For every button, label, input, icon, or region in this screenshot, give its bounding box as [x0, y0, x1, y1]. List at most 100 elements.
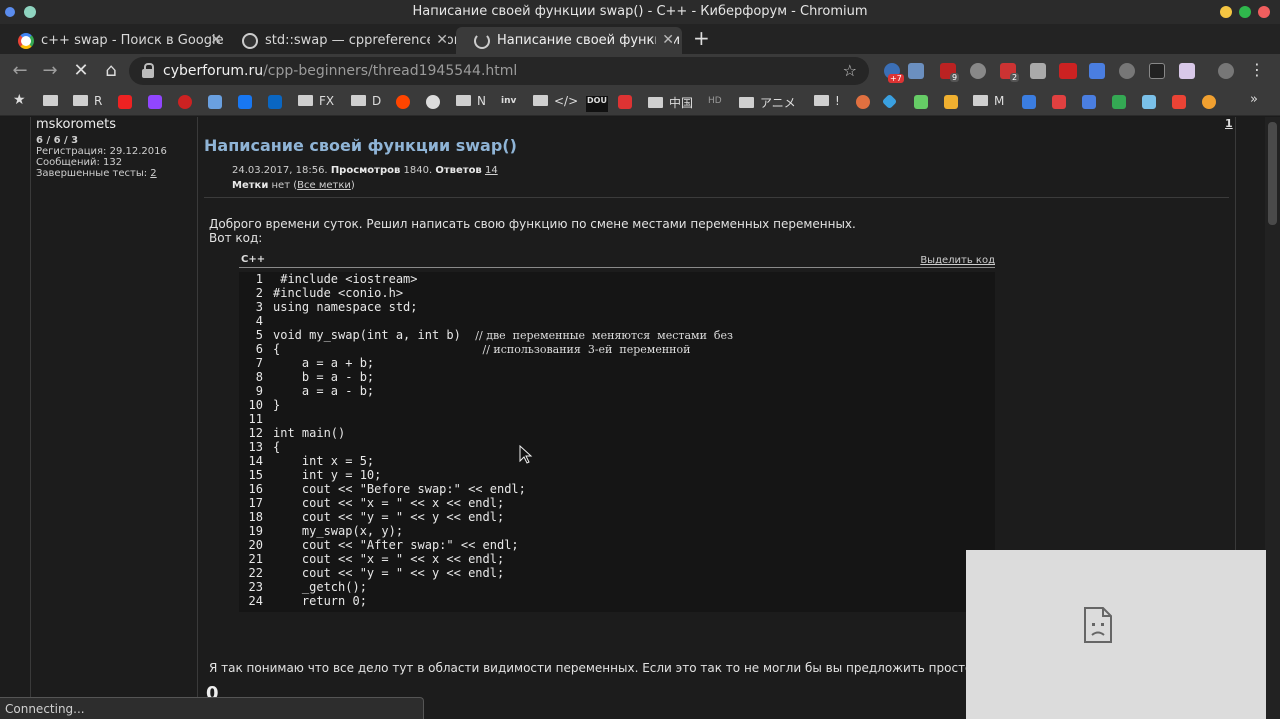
bookmark-youtube[interactable]	[118, 94, 132, 110]
home-button[interactable]: ⌂	[100, 60, 122, 81]
bookmark-folder-code[interactable]: </>	[533, 94, 578, 110]
code-text: b = a - b;	[273, 370, 375, 384]
bookmarks-bar: ★ R FX D N inv </> DOU 中国 HD アニメ ! M »	[0, 88, 1280, 116]
scrollbar-thumb[interactable]	[1268, 122, 1277, 225]
bookmark-linkedin[interactable]	[268, 94, 282, 110]
user-tests-link[interactable]: 2	[150, 168, 156, 179]
username[interactable]: mskoromets	[36, 117, 116, 132]
maps-icon	[1112, 94, 1126, 109]
extension-icon[interactable]	[1119, 63, 1135, 79]
code-line: 5 void my_swap(int a, int b) // две перем…	[239, 328, 733, 342]
folder-icon	[814, 95, 829, 106]
extension-icon[interactable]	[1149, 63, 1165, 79]
lock-icon[interactable]	[142, 63, 154, 78]
post-replies-link[interactable]: 14	[485, 165, 498, 176]
bookmark-site[interactable]	[881, 93, 898, 110]
bookmark-twitch[interactable]	[148, 94, 162, 110]
code-line: 7 a = a + b;	[239, 356, 374, 370]
bookmark-site[interactable]	[944, 94, 958, 110]
new-tab-button[interactable]: +	[693, 28, 710, 48]
bookmark-gmail[interactable]	[1172, 94, 1186, 110]
line-number: 2	[255, 286, 263, 300]
post-text: Я так понимаю что все дело тут в области…	[209, 661, 1061, 675]
minimize-button[interactable]	[1220, 6, 1232, 18]
bookmark-dou[interactable]: DOU	[586, 96, 608, 112]
post-number-link[interactable]: 1	[1225, 117, 1233, 130]
menu-kebab-icon[interactable]: ⋮	[1246, 60, 1268, 79]
bookmark-folder-anime[interactable]: アニメ	[739, 94, 796, 110]
code-text: using namespace std;	[273, 300, 418, 314]
stop-loading-button[interactable]: ✕	[70, 60, 92, 81]
page-scrollbar[interactable]	[1265, 117, 1280, 719]
bookmark-facebook[interactable]	[238, 94, 252, 110]
close-tab-icon[interactable]: ✕	[210, 32, 222, 48]
close-window-button[interactable]	[1258, 6, 1270, 18]
bookmarks-star-icon[interactable]: ★	[13, 92, 26, 108]
bookmark-site[interactable]	[1142, 94, 1156, 110]
bookmark-site[interactable]	[856, 94, 870, 110]
code-line: 14 int x = 5;	[239, 454, 375, 468]
facebook-icon	[238, 94, 252, 109]
bookmark-star-icon[interactable]: ☆	[843, 61, 857, 80]
linkedin-icon	[268, 94, 282, 109]
bookmark-maps[interactable]	[1112, 94, 1126, 110]
bookmark-folder-china[interactable]: 中国	[648, 94, 693, 110]
bookmark-site[interactable]	[914, 94, 928, 110]
bookmark-github[interactable]	[426, 94, 440, 110]
bookmark-translate[interactable]	[1082, 94, 1096, 110]
site-icon	[881, 93, 898, 110]
bookmark-site[interactable]	[208, 94, 222, 110]
bookmark-folder-m[interactable]: M	[973, 94, 1004, 110]
extension-icon[interactable]	[970, 63, 986, 79]
tab-cppreference[interactable]: std::swap — cppreference.com ✕	[224, 27, 456, 54]
bookmark-folder-d[interactable]: D	[351, 94, 381, 110]
folder-icon	[973, 95, 988, 106]
bookmark-folder[interactable]	[43, 94, 64, 110]
tab-active-cyberforum[interactable]: Написание своей функции swap() ✕	[456, 27, 682, 54]
video-1080-icon[interactable]	[1059, 63, 1077, 79]
tab-label: std::swap — cppreference.com	[265, 33, 456, 48]
bookmark-site[interactable]	[178, 94, 192, 110]
bookmarks-overflow-button[interactable]: »	[1250, 92, 1258, 108]
code-line: 6 { // использования 3-ей переменной	[239, 342, 691, 356]
extension-icon[interactable]	[1179, 63, 1195, 79]
code-text: _getch();	[273, 580, 367, 594]
back-button[interactable]: ←	[9, 60, 31, 81]
site-icon	[1022, 94, 1036, 109]
code-text: cout << "y = " << y << endl;	[273, 510, 505, 524]
bookmark-site[interactable]	[1202, 94, 1216, 110]
close-tab-icon[interactable]: ✕	[656, 32, 674, 48]
bookmark-reddit[interactable]	[396, 94, 410, 110]
code-line: 4	[239, 314, 273, 328]
forward-button[interactable]: →	[39, 60, 61, 81]
translate-icon[interactable]	[1089, 63, 1105, 79]
all-tags-link[interactable]: Все метки	[297, 180, 351, 191]
bookmark-folder-excl[interactable]: !	[814, 94, 840, 110]
shield-extension-icon[interactable]	[908, 63, 924, 79]
url-text[interactable]: cyberforum.ru/cpp-beginners/thread194554…	[163, 63, 517, 79]
line-number: 16	[248, 482, 263, 496]
bookmark-site[interactable]	[1052, 94, 1066, 110]
select-code-link[interactable]: Выделить код	[920, 255, 995, 266]
bookmark-site[interactable]	[618, 94, 632, 110]
address-bar[interactable]: cyberforum.ru/cpp-beginners/thread194554…	[129, 57, 869, 85]
line-number: 9	[255, 384, 263, 398]
close-tab-icon[interactable]: ✕	[430, 32, 448, 48]
bookmark-folder-n[interactable]: N	[456, 94, 486, 110]
code-header: C++ Выделить код	[239, 254, 995, 268]
line-number: 22	[248, 566, 263, 580]
bookmark-site[interactable]	[1022, 94, 1036, 110]
profile-avatar-icon[interactable]	[1218, 63, 1234, 79]
bookmark-inv[interactable]: inv	[501, 96, 516, 112]
tab-google-search[interactable]: c++ swap - Поиск в Google ✕	[0, 27, 230, 54]
code-block[interactable]: 1 #include <iostream> 2 #include <conio.h>…	[239, 272, 995, 612]
status-bubble: Connecting...	[0, 697, 424, 719]
code-comment: // использования 3-ей переменной	[482, 343, 691, 356]
bookmark-hd[interactable]: HD	[708, 96, 722, 112]
code-text: cout << "x = " << x << endl;	[273, 552, 505, 566]
bookmark-folder-r[interactable]: R	[73, 94, 102, 110]
maximize-button[interactable]	[1239, 6, 1251, 18]
extension-icon[interactable]	[1030, 63, 1046, 79]
bookmark-folder-fx[interactable]: FX	[298, 94, 334, 110]
folder-icon	[533, 95, 548, 106]
